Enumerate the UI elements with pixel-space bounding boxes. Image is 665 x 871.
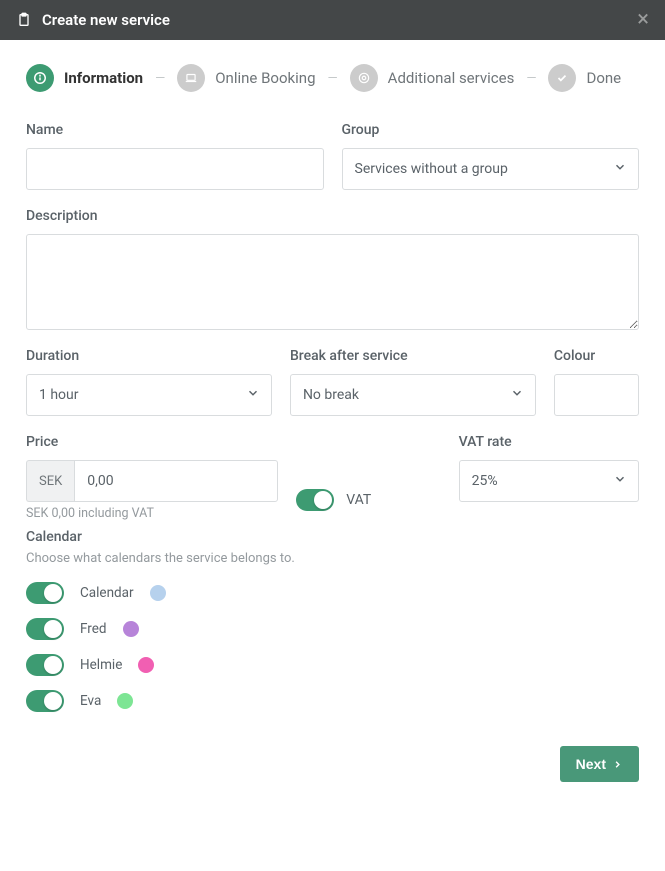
calendar-name: Fred [80, 621, 107, 637]
break-label: Break after service [290, 348, 536, 364]
vat-rate-select[interactable]: 25% [459, 460, 639, 502]
group-label: Group [342, 122, 640, 138]
calendar-color-swatch [123, 621, 139, 637]
calendar-color-swatch [138, 657, 154, 673]
vat-rate-label: VAT rate [459, 434, 639, 450]
step-separator: — [326, 71, 340, 86]
wizard-step-information[interactable]: Information [26, 64, 143, 92]
calendar-name: Calendar [80, 585, 134, 601]
wizard-step-online-booking[interactable]: Online Booking [177, 64, 315, 92]
calendar-item: Calendar [26, 582, 639, 604]
duration-label: Duration [26, 348, 272, 364]
description-label: Description [26, 208, 639, 224]
step-separator: — [524, 71, 538, 86]
wizard-step-label: Additional services [388, 69, 515, 87]
description-textarea[interactable] [26, 234, 639, 330]
clipboard-icon [16, 12, 32, 28]
colour-picker[interactable] [554, 374, 639, 416]
wizard-step-done[interactable]: Done [548, 64, 621, 92]
vat-toggle-label: VAT [346, 492, 371, 508]
step-separator: — [153, 71, 167, 86]
price-label: Price [26, 434, 278, 450]
wizard-step-label: Information [64, 69, 143, 87]
laptop-icon [177, 64, 205, 92]
next-button[interactable]: Next [560, 746, 639, 782]
calendar-item: Fred [26, 618, 639, 640]
calendar-color-swatch [150, 585, 166, 601]
name-label: Name [26, 122, 324, 138]
calendar-item: Helmie [26, 654, 639, 676]
calendar-toggle[interactable] [26, 582, 64, 604]
calendar-list: Calendar Fred Helmie Eva [26, 582, 639, 712]
vat-toggle[interactable] [296, 489, 334, 511]
price-input[interactable] [74, 460, 278, 502]
target-icon [350, 64, 378, 92]
calendar-subtext: Choose what calendars the service belong… [26, 551, 639, 566]
price-currency: SEK [26, 460, 74, 502]
calendar-toggle[interactable] [26, 654, 64, 676]
calendar-name: Helmie [80, 657, 122, 673]
calendar-name: Eva [80, 693, 101, 709]
modal-header: Create new service × [0, 0, 665, 40]
calendar-item: Eva [26, 690, 639, 712]
close-icon[interactable]: × [637, 9, 649, 31]
wizard-steps: Information — Online Booking — Additiona… [26, 64, 639, 92]
check-icon [548, 64, 576, 92]
price-hint: SEK 0,00 including VAT [26, 506, 278, 521]
group-select[interactable]: Services without a group [342, 148, 640, 190]
break-select[interactable]: No break [290, 374, 536, 416]
create-service-modal: Create new service × Information — Onlin… [0, 0, 665, 802]
calendar-color-swatch [117, 693, 133, 709]
calendar-label: Calendar [26, 529, 639, 545]
calendar-toggle[interactable] [26, 690, 64, 712]
next-button-label: Next [576, 756, 606, 772]
modal-title: Create new service [42, 11, 170, 29]
chevron-right-icon [612, 759, 623, 770]
colour-label: Colour [554, 348, 639, 364]
name-input[interactable] [26, 148, 324, 190]
calendar-toggle[interactable] [26, 618, 64, 640]
wizard-step-label: Done [586, 69, 621, 87]
wizard-step-label: Online Booking [215, 69, 315, 87]
wizard-step-additional[interactable]: Additional services [350, 64, 515, 92]
duration-select[interactable]: 1 hour [26, 374, 272, 416]
info-icon [26, 64, 54, 92]
